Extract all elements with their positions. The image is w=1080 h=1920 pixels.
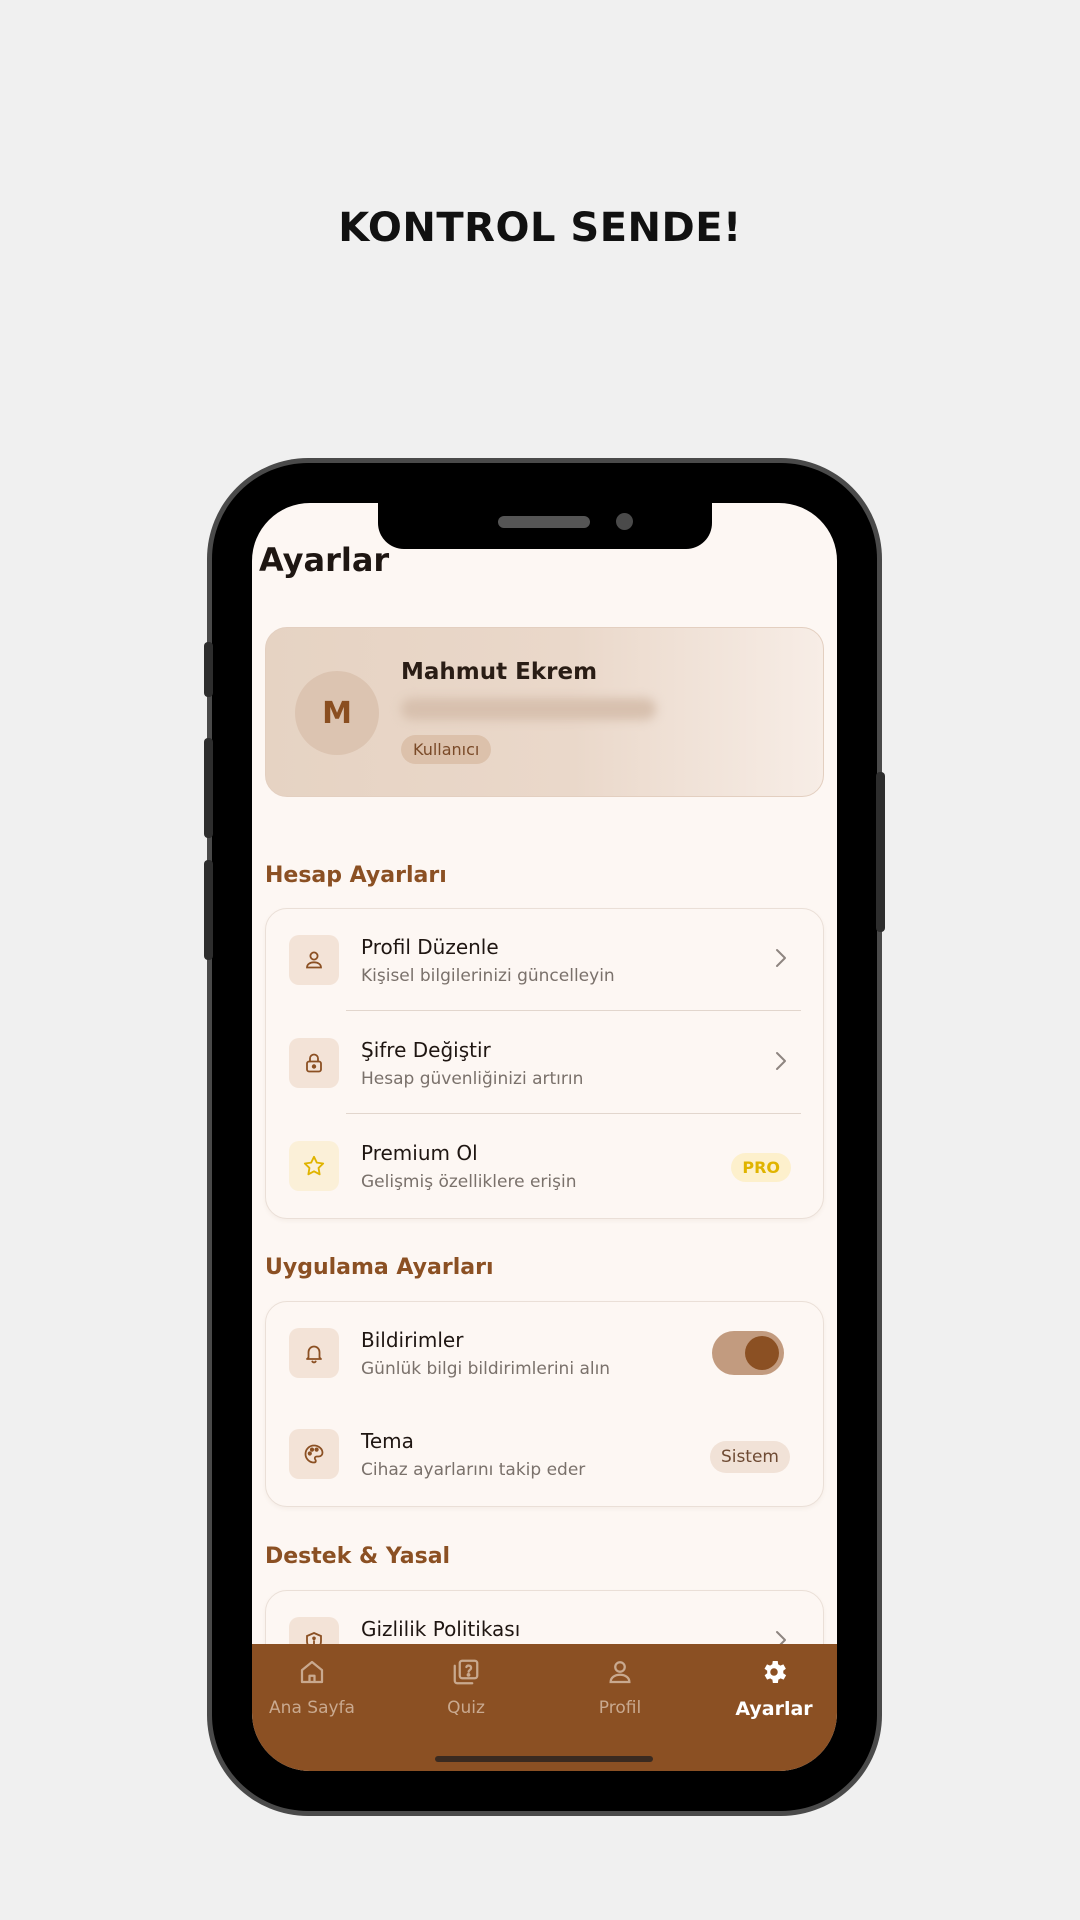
phone-action-button <box>204 642 213 697</box>
phone-volume-down-button <box>204 860 213 960</box>
speaker <box>498 516 590 528</box>
phone-power-button <box>876 772 885 932</box>
nav-item-quiz[interactable]: Quiz <box>406 1654 526 1718</box>
list-item-edit-profile[interactable]: Profil Düzenle Kişisel bilgilerinizi gün… <box>266 909 823 1011</box>
row-title: Tema <box>361 1429 414 1453</box>
bell-icon <box>289 1328 339 1378</box>
row-title: Bildirimler <box>361 1328 464 1352</box>
row-subtitle: Hesap güvenliğinizi artırın <box>361 1069 584 1089</box>
nav-label: Ayarlar <box>735 1698 813 1720</box>
gear-icon <box>714 1654 834 1690</box>
headline: KONTROL SENDE! <box>338 205 742 251</box>
front-camera <box>616 513 633 530</box>
row-title: Profil Düzenle <box>361 935 499 959</box>
home-icon <box>252 1654 372 1690</box>
row-title: Premium Ol <box>361 1141 478 1165</box>
row-subtitle: Kişisel bilgilerinizi güncelleyin <box>361 966 615 986</box>
app-settings-card: Bildirimler Günlük bilgi bildirimlerini … <box>265 1301 824 1507</box>
star-icon <box>289 1141 339 1191</box>
pro-badge: PRO <box>731 1153 791 1182</box>
user-name: Mahmut Ekrem <box>401 659 598 685</box>
person-icon <box>560 1654 680 1690</box>
lock-icon <box>289 1038 339 1088</box>
list-item-theme[interactable]: Tema Cihaz ayarlarını takip eder Sistem <box>266 1403 823 1505</box>
list-item-change-password[interactable]: Şifre Değiştir Hesap güvenliğinizi artır… <box>266 1012 823 1114</box>
list-item-premium[interactable]: Premium Ol Gelişmiş özelliklere erişin P… <box>266 1115 823 1217</box>
role-badge: Kullanıcı <box>401 735 492 764</box>
notch <box>378 503 712 549</box>
row-subtitle: Günlük bilgi bildirimlerini alın <box>361 1359 611 1379</box>
blurred-email <box>401 698 656 720</box>
chevron-right-icon <box>774 946 788 974</box>
palette-icon <box>289 1429 339 1479</box>
profile-card[interactable]: M Mahmut Ekrem Kullanıcı <box>265 627 824 797</box>
row-title: Gizlilik Politikası <box>361 1617 521 1641</box>
notifications-toggle[interactable] <box>712 1331 784 1375</box>
bottom-nav: Ana Sayfa Quiz Profil Ayarlar <box>252 1644 837 1771</box>
quiz-icon <box>406 1654 526 1690</box>
nav-label: Profil <box>598 1698 642 1718</box>
section-title-app: Uygulama Ayarları <box>265 1255 494 1280</box>
section-title-account: Hesap Ayarları <box>265 863 447 888</box>
phone-screen: Ayarlar M Mahmut Ekrem Kullanıcı Hesap A… <box>252 503 837 1771</box>
nav-item-profile[interactable]: Profil <box>560 1654 680 1718</box>
theme-value-badge: Sistem <box>709 1441 790 1473</box>
toggle-knob <box>745 1336 779 1370</box>
chevron-right-icon <box>774 1049 788 1077</box>
row-subtitle: Gelişmiş özelliklere erişin <box>361 1172 577 1192</box>
divider <box>346 1010 801 1011</box>
list-item-notifications: Bildirimler Günlük bilgi bildirimlerini … <box>266 1302 823 1404</box>
person-icon <box>289 935 339 985</box>
divider <box>346 1113 801 1114</box>
section-title-support: Destek & Yasal <box>265 1544 451 1569</box>
nav-item-home[interactable]: Ana Sayfa <box>252 1654 372 1718</box>
home-indicator <box>435 1756 653 1762</box>
page-title: Ayarlar <box>259 541 390 579</box>
phone-volume-up-button <box>204 738 213 838</box>
avatar: M <box>295 671 379 755</box>
account-settings-card: Profil Düzenle Kişisel bilgilerinizi gün… <box>265 908 824 1219</box>
nav-item-settings[interactable]: Ayarlar <box>714 1654 834 1720</box>
row-title: Şifre Değiştir <box>361 1038 491 1062</box>
nav-label: Ana Sayfa <box>269 1698 355 1718</box>
row-subtitle: Cihaz ayarlarını takip eder <box>361 1460 586 1480</box>
nav-label: Quiz <box>447 1698 485 1718</box>
